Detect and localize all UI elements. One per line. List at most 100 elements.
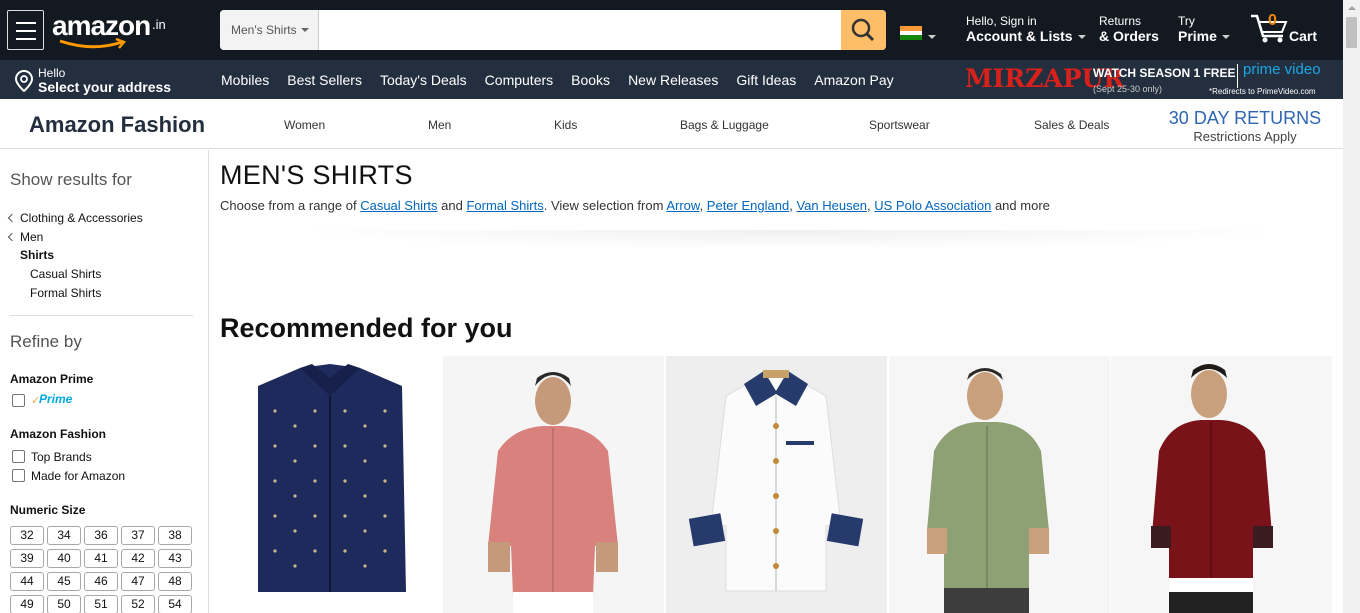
desc-text: and more <box>991 198 1050 213</box>
search-input[interactable] <box>319 10 841 50</box>
fashion-nav-sportswear[interactable]: Sportswear <box>869 118 930 132</box>
formal-shirts-link[interactable]: Formal Shirts <box>466 198 543 213</box>
orders-line1: Returns <box>1099 14 1142 28</box>
size-button[interactable]: 41 <box>84 549 118 568</box>
category-casual-shirts[interactable]: Casual Shirts <box>30 267 101 281</box>
refine-by-heading: Refine by <box>10 332 82 351</box>
subnav-links: Mobiles Best Sellers Today's Deals Compu… <box>221 60 894 99</box>
fashion-nav-men[interactable]: Men <box>428 118 451 132</box>
size-button[interactable]: 40 <box>47 549 81 568</box>
pink-casual-shirt-image <box>443 356 664 613</box>
cart-count: 0 <box>1268 12 1277 29</box>
numeric-size-heading: Numeric Size <box>10 503 86 517</box>
secondary-navbar: Hello Select your address Mobiles Best S… <box>0 60 1343 99</box>
subnav-gift-ideas[interactable]: Gift Ideas <box>736 72 796 88</box>
chevron-down-icon <box>301 28 309 32</box>
page-scrollbar[interactable] <box>1343 0 1360 613</box>
size-button[interactable]: 39 <box>10 549 44 568</box>
location-pin-icon <box>15 70 33 92</box>
try-prime-link[interactable]: Try Prime <box>1178 14 1230 45</box>
size-button[interactable]: 34 <box>47 526 81 545</box>
category-clothing[interactable]: Clothing & Accessories <box>20 211 143 225</box>
prime-badge[interactable]: Prime <box>39 392 72 406</box>
size-button[interactable]: 32 <box>10 526 44 545</box>
size-button[interactable]: 50 <box>47 595 81 613</box>
subnav-best-sellers[interactable]: Best Sellers <box>287 72 362 88</box>
account-line2: Account & Lists <box>966 28 1073 44</box>
fashion-nav-bags-luggage[interactable]: Bags & Luggage <box>680 118 769 132</box>
amazon-logo[interactable]: amazon .in <box>52 10 172 49</box>
product-card[interactable] <box>889 356 1110 613</box>
category-formal-shirts[interactable]: Formal Shirts <box>30 286 101 300</box>
subnav-books[interactable]: Books <box>571 72 610 88</box>
scrollbar-thumb[interactable] <box>1346 17 1357 48</box>
casual-shirts-link[interactable]: Casual Shirts <box>360 198 437 213</box>
size-button[interactable]: 52 <box>121 595 155 613</box>
show-results-heading: Show results for <box>10 170 132 189</box>
size-button[interactable]: 36 <box>84 526 118 545</box>
made-for-amazon-label[interactable]: Made for Amazon <box>31 469 125 483</box>
orders-line2: & Orders <box>1099 28 1159 44</box>
returns-orders-link[interactable]: Returns & Orders <box>1099 14 1159 45</box>
thirty-day-returns-badge[interactable]: 30 DAY RETURNS Restrictions Apply <box>1160 108 1330 144</box>
maroon-shirt-image <box>1111 356 1332 613</box>
size-button[interactable]: 47 <box>121 572 155 591</box>
brand-link-van-heusen[interactable]: Van Heusen <box>796 198 867 213</box>
cart-label: Cart <box>1289 28 1318 44</box>
size-button[interactable]: 51 <box>84 595 118 613</box>
subnav-amazon-pay[interactable]: Amazon Pay <box>814 72 893 88</box>
fashion-nav-sales-deals[interactable]: Sales & Deals <box>1034 118 1109 132</box>
subnav-new-releases[interactable]: New Releases <box>628 72 718 88</box>
page-title: MEN'S SHIRTS <box>220 160 413 190</box>
navy-printed-shirt-image <box>220 356 441 613</box>
amazon-prime-heading: Amazon Prime <box>10 372 94 386</box>
search-department-select[interactable]: Men's Shirts <box>220 10 319 50</box>
made-for-amazon-checkbox[interactable] <box>12 469 25 482</box>
size-button[interactable]: 37 <box>121 526 155 545</box>
top-brands-label[interactable]: Top Brands <box>31 450 92 464</box>
prime-line1: Try <box>1178 14 1195 28</box>
size-button[interactable]: 45 <box>47 572 81 591</box>
product-card[interactable] <box>1111 356 1332 613</box>
mirzapur-promo-banner[interactable]: MIRZAPUR WATCH SEASON 1 FREE (Sept 25-30… <box>965 60 1335 99</box>
fashion-nav-women[interactable]: Women <box>284 118 325 132</box>
product-card[interactable] <box>666 356 887 613</box>
size-button[interactable]: 38 <box>158 526 192 545</box>
page: amazon .in Men's Shirts Hello, Sign in A… <box>0 0 1360 613</box>
chevron-down-icon <box>1221 35 1230 40</box>
search-button[interactable] <box>841 10 886 50</box>
hamburger-menu-icon[interactable] <box>7 10 44 50</box>
product-card[interactable] <box>220 356 441 613</box>
promo-divider <box>1237 64 1238 88</box>
size-button[interactable]: 43 <box>158 549 192 568</box>
subnav-mobiles[interactable]: Mobiles <box>221 72 269 88</box>
brand-link-us-polo[interactable]: US Polo Association <box>874 198 991 213</box>
amazon-fashion-title[interactable]: Amazon Fashion <box>29 112 205 138</box>
returns-subtitle: Restrictions Apply <box>1193 129 1297 144</box>
size-button[interactable]: 49 <box>10 595 44 613</box>
chevron-down-icon <box>928 35 936 39</box>
top-brands-checkbox[interactable] <box>12 450 25 463</box>
subnav-todays-deals[interactable]: Today's Deals <box>380 72 467 88</box>
fashion-nav-kids[interactable]: Kids <box>554 118 577 132</box>
search-department-label: Men's Shirts <box>231 23 297 37</box>
size-button[interactable]: 44 <box>10 572 44 591</box>
recommended-heading: Recommended for you <box>220 313 513 343</box>
india-flag-icon[interactable] <box>900 26 922 40</box>
category-shirts: Shirts <box>20 248 55 262</box>
size-button[interactable]: 46 <box>84 572 118 591</box>
scroll-up-arrow-icon[interactable] <box>1348 6 1356 10</box>
brand-link-arrow[interactable]: Arrow <box>666 198 699 213</box>
size-button[interactable]: 48 <box>158 572 192 591</box>
size-button[interactable]: 42 <box>121 549 155 568</box>
brand-link-peter-england[interactable]: Peter England <box>707 198 789 213</box>
category-men[interactable]: Men <box>20 230 43 244</box>
prime-line2: Prime <box>1178 28 1217 44</box>
size-button[interactable]: 54 <box>158 595 192 613</box>
prime-checkbox[interactable] <box>12 394 25 407</box>
subnav-computers[interactable]: Computers <box>485 72 553 88</box>
chevron-down-icon <box>1077 35 1086 40</box>
account-lists-link[interactable]: Hello, Sign in Account & Lists <box>966 14 1086 45</box>
product-card[interactable] <box>443 356 664 613</box>
olive-green-shirt-image <box>889 356 1110 613</box>
